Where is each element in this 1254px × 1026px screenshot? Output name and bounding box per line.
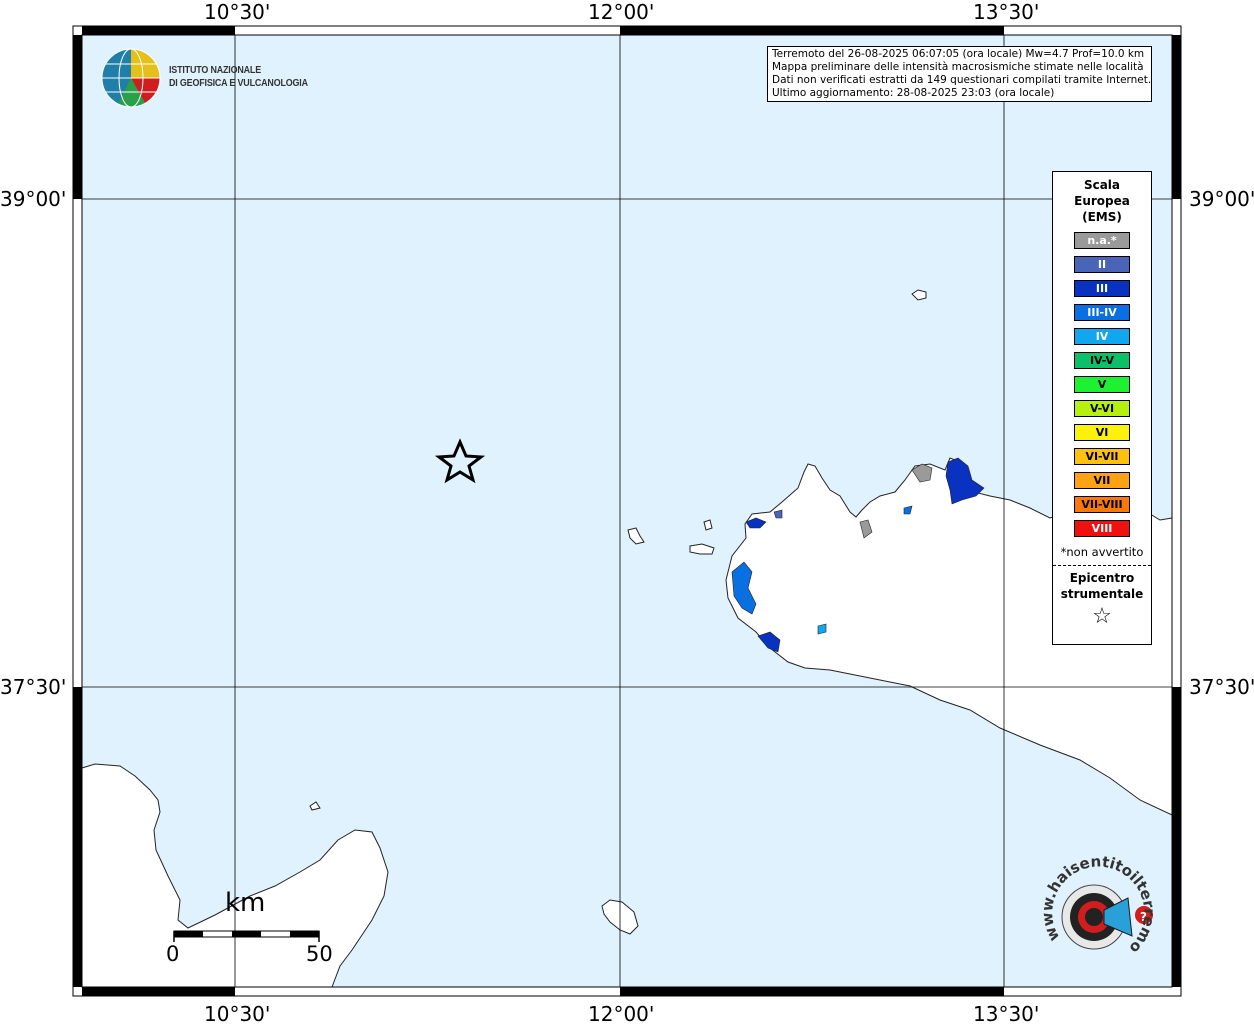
lon-tick-bottom-1: 10°30' — [204, 1002, 271, 1026]
legend-epicenter-line-1: Epicentro — [1069, 571, 1135, 585]
legend-title: Scala Europea (EMS) — [1053, 177, 1151, 225]
legend-item-vii-viii: VII-VIII — [1074, 496, 1130, 513]
legend-items: n.a.* II III III-IV IV IV-V V V-VI VI VI-VII VII VI… — [1053, 232, 1151, 537]
legend-item-n-a: n.a.* — [1074, 232, 1130, 249]
legend-divider — [1053, 565, 1151, 566]
legend-note: *non avvertito — [1060, 545, 1144, 559]
ingv-logo-icon — [101, 48, 161, 108]
levanzo-island — [703, 519, 713, 531]
info-line-1: Terremoto del 26-08-2025 06:07:05 (ora l… — [772, 48, 1145, 60]
logo-line-1: ISTITUTO NAZIONALE — [169, 64, 261, 76]
legend-title-line-3: (EMS) — [1082, 210, 1122, 224]
legend-item-iii: III — [1074, 280, 1130, 297]
legend-title-line-1: Scala — [1083, 178, 1121, 192]
patch-iv — [817, 623, 827, 635]
lat-tick-left-2: 37°30' — [0, 675, 67, 699]
ems-legend: Scala Europea (EMS) n.a.* II III III-IV IV IV… — [1052, 171, 1152, 645]
lon-tick-top-2: 12°00' — [588, 0, 655, 24]
legend-item-iv: IV — [1074, 328, 1130, 345]
info-line-2: Mappa preliminare delle intensità macros… — [772, 61, 1144, 73]
legend-item-vi: VI — [1074, 424, 1130, 441]
legend-item-v: V — [1074, 376, 1130, 393]
lon-tick-bottom-2: 12°00' — [588, 1002, 655, 1026]
legend-item-v-vi: V-VI — [1074, 400, 1130, 417]
legend-item-viii: VIII — [1074, 520, 1130, 537]
lat-tick-right-1: 39°00' — [1189, 187, 1254, 211]
logo-line-2: DI GEOFISICA E VULCANOLOGIA — [169, 77, 308, 89]
legend-item-iii-iv: III-IV — [1074, 304, 1130, 321]
scale-min-label: 0 — [166, 942, 180, 966]
scale-unit-label: km — [225, 888, 266, 918]
legend-item-vi-vii: VI-VII — [1074, 448, 1130, 465]
legend-epicenter-line-2: strumentale — [1060, 587, 1144, 601]
lon-tick-top-1: 10°30' — [204, 0, 271, 24]
legend-item-ii: II — [1074, 256, 1130, 273]
legend-title-line-2: Europea — [1074, 194, 1130, 208]
lon-tick-top-3: 13°30' — [973, 0, 1040, 24]
scale-max-label: 50 — [306, 942, 333, 966]
lat-tick-right-2: 37°30' — [1189, 675, 1254, 699]
legend-epicenter-title: Epicentro strumentale — [1053, 570, 1151, 602]
info-line-4: Ultimo aggiornamento: 28-08-2025 23:03 (… — [772, 87, 1055, 99]
lat-tick-left-1: 39°00' — [0, 187, 67, 211]
legend-item-vii: VII — [1074, 472, 1130, 489]
info-line-3: Dati non verificati estratti da 149 ques… — [772, 74, 1152, 86]
ingv-logo-text: ISTITUTO NAZIONALE DI GEOFISICA E VULCAN… — [169, 64, 308, 90]
event-info-box: Terremoto del 26-08-2025 06:07:05 (ora l… — [767, 46, 1152, 102]
lon-tick-bottom-3: 13°30' — [973, 1002, 1040, 1026]
legend-item-iv-v: IV-V — [1074, 352, 1130, 369]
legend-epicenter-star-icon: ☆ — [1092, 604, 1112, 629]
